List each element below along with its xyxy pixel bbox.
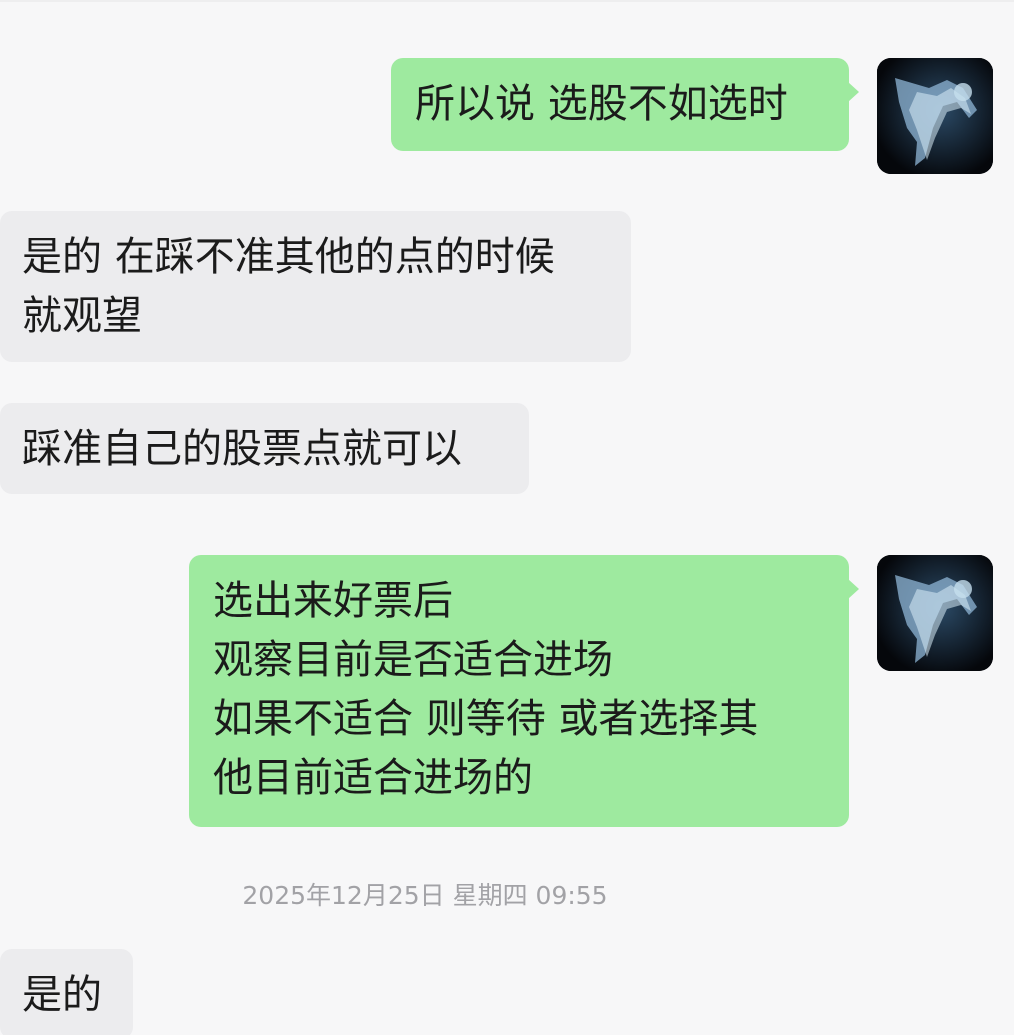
message-timestamp: 2025年12月25日 星期四 09:55 — [242, 881, 608, 910]
message-bubble-incoming[interactable]: 是的 在踩不准其他的点的时候 就观望 — [0, 211, 631, 362]
message-bubble-incoming[interactable]: 踩准自己的股票点就可以 — [0, 403, 529, 494]
figure-avatar-icon[interactable] — [877, 555, 993, 671]
figure-avatar-icon[interactable] — [877, 58, 993, 174]
message-bubble-outgoing[interactable]: 选出来好票后 观察目前是否适合进场 如果不适合 则等待 或者选择其 他目前适合进… — [189, 555, 859, 827]
message-bubble-outgoing[interactable]: 所以说 选股不如选时 — [391, 58, 859, 151]
chat-window: 所以说 选股不如选时 是的 在踩不准其他的点的时候 就观望 踩准自己的股票点就可… — [0, 0, 1014, 1035]
message-bubble-incoming[interactable]: 是的 — [0, 949, 133, 1035]
